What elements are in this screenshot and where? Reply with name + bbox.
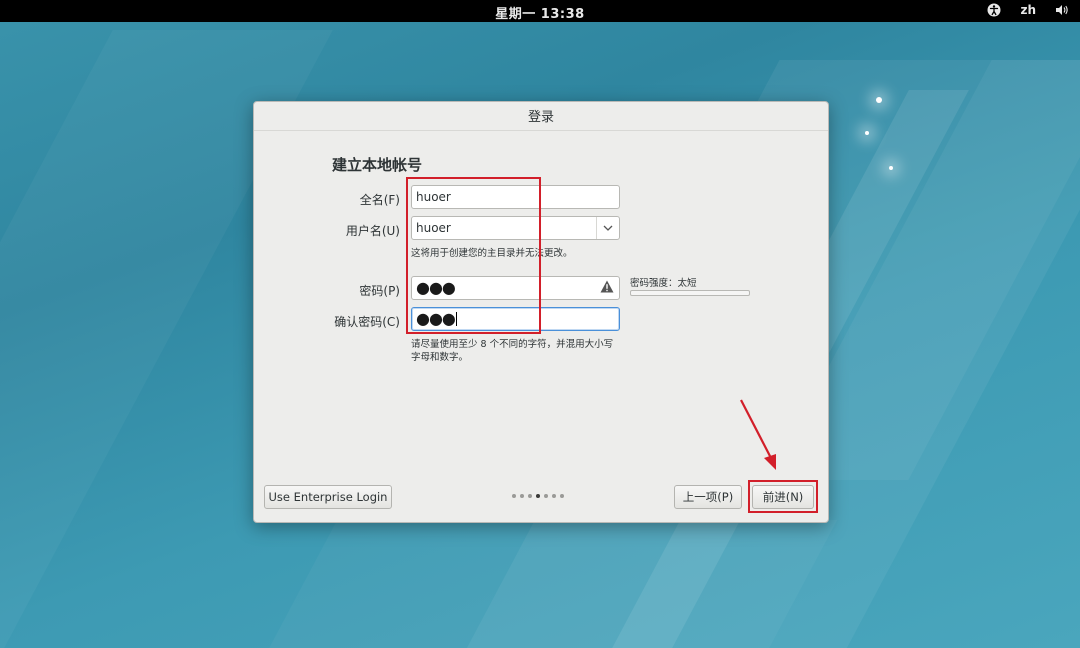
page-dot (560, 494, 564, 498)
username-value: huoer (416, 221, 451, 235)
enterprise-login-button[interactable]: Use Enterprise Login (264, 485, 392, 509)
fullname-field[interactable]: huoer (411, 185, 620, 209)
page-dot (520, 494, 524, 498)
password-strength-bar (630, 290, 750, 296)
password-strength-label: 密码强度：太短 (630, 278, 697, 289)
title-separator (254, 130, 828, 131)
confirm-password-value: ●●● (416, 309, 456, 328)
page-dot (552, 494, 556, 498)
fullname-value: huoer (416, 190, 451, 204)
page-dot (528, 494, 532, 498)
dialog-title: 登录 (527, 110, 554, 125)
top-panel: 星期一 13:38 zh (0, 0, 1080, 22)
page-dot (512, 494, 516, 498)
page-indicator (512, 494, 564, 498)
warning-icon (600, 280, 614, 296)
back-button[interactable]: 上一项(P) (674, 485, 742, 509)
password-label: 密码(P) (359, 284, 400, 298)
clock[interactable]: 星期一 13:38 (0, 3, 1080, 22)
chevron-down-icon[interactable] (596, 217, 619, 239)
page-dot (544, 494, 548, 498)
input-language-indicator[interactable]: zh (1020, 3, 1036, 17)
text-cursor (455, 312, 457, 326)
page-heading: 建立本地帐号 (332, 156, 423, 174)
volume-icon[interactable] (1054, 2, 1070, 18)
password-field[interactable]: ●●● (411, 276, 620, 300)
password-value: ●●● (416, 278, 456, 297)
password-hint: 请尽量使用至少 8 个不同的字符，并混用大小写字母和数字。 (411, 339, 614, 363)
next-button[interactable]: 前进(N) (752, 485, 814, 509)
accessibility-icon[interactable] (986, 2, 1002, 18)
confirm-password-field[interactable]: ●●● (411, 307, 620, 331)
fullname-label: 全名(F) (359, 193, 400, 207)
page-dot-current (536, 494, 540, 498)
annotation-arrow (740, 399, 776, 470)
confirm-password-label: 确认密码(C) (334, 315, 400, 329)
username-combo[interactable]: huoer (411, 216, 620, 240)
username-label: 用户名(U) (345, 224, 400, 238)
username-hint: 这将用于创建您的主目录并无法更改。 (411, 248, 573, 259)
